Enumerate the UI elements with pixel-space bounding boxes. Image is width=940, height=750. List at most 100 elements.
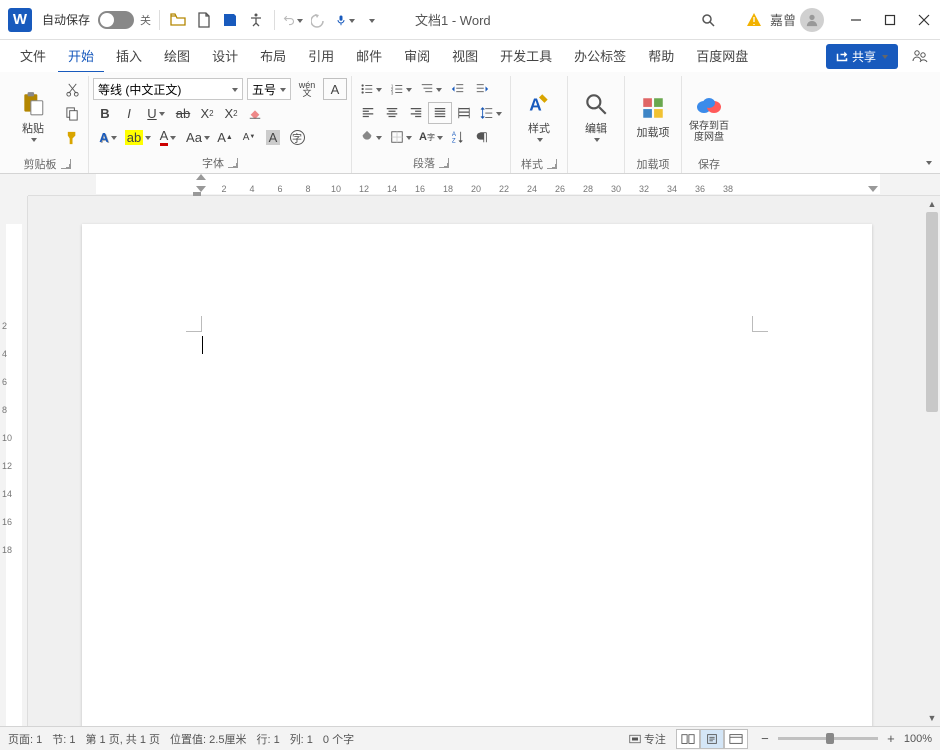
bold-button[interactable]: B [93,102,117,124]
tab-draw[interactable]: 绘图 [154,40,200,73]
status-line[interactable]: 行: 1 [256,731,279,747]
underline-button[interactable]: U [141,102,171,124]
tab-references[interactable]: 引用 [298,40,344,73]
addins-button[interactable]: 加载项 [629,78,677,156]
scroll-up-button[interactable]: ▲ [924,196,940,212]
subscript-button[interactable]: X2 [195,102,219,124]
qat-customize-icon[interactable] [361,10,381,30]
clipboard-dialog-launcher[interactable] [61,159,71,169]
borders-button[interactable] [386,126,416,148]
highlight-button[interactable]: ab [123,126,153,148]
shrink-font-button[interactable]: A▼ [237,126,261,148]
align-distributed-button[interactable] [452,102,476,124]
open-icon[interactable] [168,10,188,30]
change-case-button[interactable]: Aa [183,126,213,148]
italic-button[interactable]: I [117,102,141,124]
vertical-scrollbar[interactable]: ▲ ▼ [924,196,940,726]
sort-button[interactable]: AZ [446,126,470,148]
increase-indent-button[interactable] [470,78,494,100]
line-spacing-button[interactable] [476,102,506,124]
scroll-down-button[interactable]: ▼ [924,710,940,726]
font-dialog-launcher[interactable] [228,158,238,168]
first-line-indent-marker[interactable] [196,174,206,180]
account-button[interactable]: 嘉曾 [770,8,824,32]
tab-help[interactable]: 帮助 [638,40,684,73]
warning-icon[interactable] [744,10,764,30]
cut-button[interactable] [60,78,84,100]
autosave-toggle[interactable] [98,11,134,29]
align-center-button[interactable] [380,102,404,124]
character-shading-button[interactable]: A [261,126,285,148]
paste-button[interactable]: 粘贴 [10,78,56,156]
tab-insert[interactable]: 插入 [106,40,152,73]
zoom-out-button[interactable]: − [758,732,772,746]
superscript-button[interactable]: X2 [219,102,243,124]
grow-font-button[interactable]: A▲ [213,126,237,148]
tab-layout[interactable]: 布局 [250,40,296,73]
tab-developer[interactable]: 开发工具 [490,40,562,73]
accessibility-icon[interactable] [246,10,266,30]
minimize-button[interactable] [848,12,864,28]
status-col[interactable]: 列: 1 [290,731,313,747]
save-icon[interactable] [220,10,240,30]
strikethrough-button[interactable]: ab [171,102,195,124]
status-words[interactable]: 0 个字 [323,731,354,747]
font-name-combo[interactable]: 等线 (中文正文) [93,78,243,100]
phonetic-guide-button[interactable]: wén文 [295,78,319,100]
asian-layout-button[interactable]: A字 [416,126,446,148]
status-page-of[interactable]: 第 1 页, 共 1 页 [85,731,160,747]
document-canvas[interactable] [28,196,924,726]
comments-icon[interactable] [910,46,930,66]
web-layout-button[interactable] [724,729,748,749]
print-layout-button[interactable] [700,729,724,749]
scroll-thumb[interactable] [926,212,938,412]
shading-button[interactable] [356,126,386,148]
zoom-slider-knob[interactable] [826,733,834,744]
tab-baidu[interactable]: 百度网盘 [686,40,758,73]
ribbon-collapse-button[interactable] [924,158,932,169]
close-button[interactable] [916,12,932,28]
enclose-characters-button[interactable]: 字 [285,126,309,148]
search-icon[interactable] [698,10,718,30]
right-indent-marker[interactable] [868,186,878,192]
format-painter-button[interactable] [60,126,84,148]
editing-button[interactable]: 编辑 [572,78,620,156]
styles-dialog-launcher[interactable] [547,159,557,169]
baidu-save-button[interactable]: 保存到百度网盘 [686,78,732,156]
align-right-button[interactable] [404,102,428,124]
status-page[interactable]: 页面: 1 [8,731,42,747]
align-justify-button[interactable] [428,102,452,124]
tab-file[interactable]: 文件 [10,40,56,73]
bullets-button[interactable] [356,78,386,100]
font-color-button[interactable]: A [153,126,183,148]
paragraph-dialog-launcher[interactable] [439,158,449,168]
status-section[interactable]: 节: 1 [52,731,75,747]
tab-mailings[interactable]: 邮件 [346,40,392,73]
decrease-indent-button[interactable] [446,78,470,100]
ruler-horizontal[interactable]: 2468101214161820222426283032343638 [28,174,940,196]
tab-home[interactable]: 开始 [58,40,104,73]
multilevel-list-button[interactable] [416,78,446,100]
copy-button[interactable] [60,102,84,124]
font-size-combo[interactable]: 五号 [247,78,291,100]
show-marks-button[interactable] [470,126,494,148]
dictate-icon[interactable] [335,10,355,30]
character-border-button[interactable]: A [323,78,347,100]
status-position[interactable]: 位置值: 2.5厘米 [170,731,246,747]
align-left-button[interactable] [356,102,380,124]
new-doc-icon[interactable] [194,10,214,30]
undo-icon[interactable] [283,10,303,30]
read-mode-button[interactable] [676,729,700,749]
share-button[interactable]: 共享 [826,44,898,69]
tab-officetab[interactable]: 办公标签 [564,40,636,73]
focus-mode-button[interactable]: 专注 [629,731,666,747]
text-effects-button[interactable]: A [93,126,123,148]
zoom-slider[interactable] [778,737,878,740]
tab-design[interactable]: 设计 [202,40,248,73]
tab-review[interactable]: 审阅 [394,40,440,73]
zoom-level[interactable]: 100% [904,733,932,745]
maximize-button[interactable] [882,12,898,28]
numbering-button[interactable]: 123 [386,78,416,100]
redo-icon[interactable] [309,10,329,30]
ruler-vertical[interactable]: 24681012141618 [0,196,28,726]
